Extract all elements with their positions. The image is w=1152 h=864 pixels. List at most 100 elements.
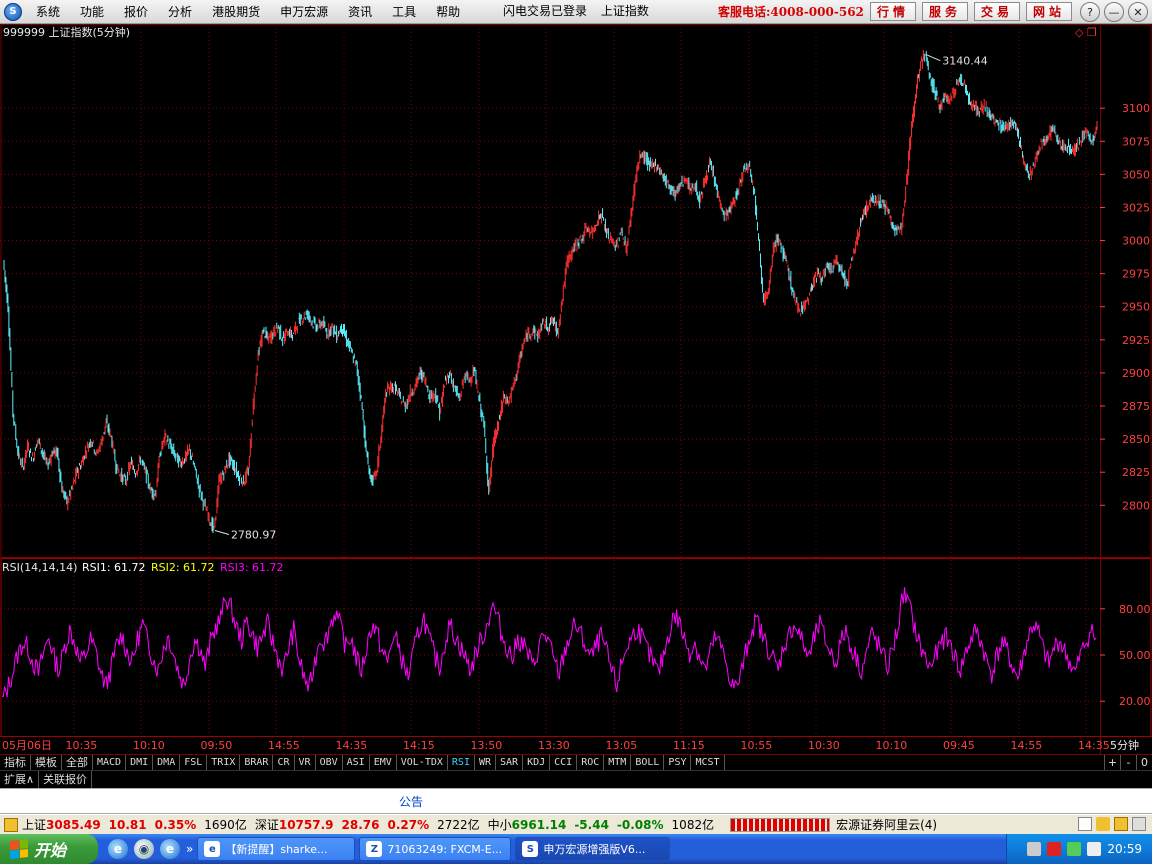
close-icon[interactable]: ✕ bbox=[1128, 2, 1148, 22]
menu-news[interactable]: 资讯 bbox=[338, 1, 382, 23]
price-tick-label: 2900 bbox=[1122, 367, 1150, 380]
browser-icon[interactable]: e bbox=[160, 839, 180, 859]
indicator-tab-dma[interactable]: DMA bbox=[153, 755, 181, 770]
menu-help[interactable]: 帮助 bbox=[426, 1, 470, 23]
bell-icon[interactable] bbox=[1114, 817, 1128, 831]
price-tick-label: 3075 bbox=[1122, 135, 1150, 148]
ie-icon[interactable]: e bbox=[108, 839, 128, 859]
indicator-tab-sar[interactable]: SAR bbox=[496, 755, 524, 770]
sh-index-label[interactable]: 上证 bbox=[22, 816, 46, 833]
broker-server-name[interactable]: 宏源证券阿里云(4) bbox=[836, 816, 937, 833]
time-tick-label: 14:35 bbox=[336, 739, 368, 752]
remove-indicator-button[interactable]: - bbox=[1120, 755, 1136, 770]
trade-login-status[interactable]: 闪电交易已登录 bbox=[503, 4, 587, 18]
notice-link[interactable]: 公告 bbox=[399, 793, 423, 810]
indicator-tab-mtm[interactable]: MTM bbox=[604, 755, 632, 770]
indicator-tab-cci[interactable]: CCI bbox=[550, 755, 578, 770]
indicator-tab--[interactable]: 指标 bbox=[0, 755, 31, 770]
indicator-tab-vol-tdx[interactable]: VOL-TDX bbox=[397, 755, 448, 770]
menu-tools[interactable]: 工具 bbox=[382, 1, 426, 23]
indicator-tab-trix[interactable]: TRIX bbox=[207, 755, 241, 770]
indicator-tab-asi[interactable]: ASI bbox=[343, 755, 370, 770]
sz-index-label[interactable]: 深证 bbox=[255, 816, 279, 833]
taskbar-window-browser[interactable]: e 【新提醒】sharke... bbox=[197, 837, 356, 861]
menu-swhy[interactable]: 申万宏源 bbox=[270, 1, 338, 23]
menu-function[interactable]: 功能 bbox=[70, 1, 114, 23]
menu-hk-futures[interactable]: 港股期货 bbox=[202, 1, 270, 23]
diamond-icon[interactable]: ◇ bbox=[1075, 26, 1084, 39]
status-right-icons bbox=[1078, 817, 1146, 831]
indicator-tab-brar[interactable]: BRAR bbox=[240, 755, 274, 770]
sz-index-change: 28.76 bbox=[341, 817, 380, 832]
indicator-tab-cr[interactable]: CR bbox=[273, 755, 295, 770]
indicator-tab-rsi[interactable]: RSI bbox=[448, 755, 475, 770]
tray-antivirus-icon[interactable] bbox=[1047, 842, 1062, 856]
tray-app-icon[interactable] bbox=[1067, 842, 1082, 856]
sh-index-amount: 1690亿 bbox=[204, 818, 247, 832]
app-logo-icon[interactable]: S bbox=[4, 2, 22, 21]
taskbar-window-swhy[interactable]: S 申万宏源增强版V6... bbox=[515, 837, 671, 861]
help-icon[interactable]: ? bbox=[1080, 2, 1100, 22]
taskbar-window-label: 【新提醒】sharke... bbox=[225, 843, 328, 856]
start-button[interactable]: 开始 bbox=[0, 834, 98, 864]
quicklaunch-more-icon[interactable]: » bbox=[186, 842, 193, 856]
indicator-tab-fsl[interactable]: FSL bbox=[180, 755, 208, 770]
service-button[interactable]: 服务 bbox=[922, 2, 968, 21]
indicator-tab-boll[interactable]: BOLL bbox=[631, 755, 665, 770]
indicator-tab-psy[interactable]: PSY bbox=[664, 755, 692, 770]
rsi-series bbox=[1, 587, 1097, 698]
start-label: 开始 bbox=[34, 841, 67, 860]
menu-system[interactable]: 系统 bbox=[26, 1, 70, 23]
time-tick-label: 09:45 bbox=[943, 739, 975, 752]
time-tick-label: 13:30 bbox=[538, 739, 570, 752]
window-icon[interactable] bbox=[1078, 817, 1092, 831]
rsi-legend-value: 61.72 bbox=[252, 561, 284, 574]
tray-clock[interactable]: 20:59 bbox=[1107, 842, 1142, 856]
trading-app-window: S 系统 功能 报价 分析 港股期货 申万宏源 资讯 工具 帮助 闪电交易已登录… bbox=[0, 0, 1152, 864]
menu-quote[interactable]: 报价 bbox=[114, 1, 158, 23]
annotation-leader bbox=[214, 529, 230, 535]
chart-area[interactable]: 999999 上证指数(5分钟) ◇ ❐ 2800 2825 2850 2875 290… bbox=[0, 24, 1152, 754]
windows-logo-icon bbox=[10, 839, 28, 859]
indicator-tab--[interactable]: 全部 bbox=[62, 755, 93, 770]
taskbar-window-fxcm[interactable]: Z 71063249: FXCM-E... bbox=[359, 837, 512, 861]
zx-index-label[interactable]: 中小 bbox=[488, 816, 512, 833]
indicator-tab-dmi[interactable]: DMI bbox=[126, 755, 154, 770]
time-tick-label: 10:35 bbox=[66, 739, 98, 752]
add-indicator-button[interactable]: + bbox=[1104, 755, 1120, 770]
time-tick-label: 14:55 bbox=[1011, 739, 1043, 752]
minimize-icon[interactable]: — bbox=[1104, 2, 1124, 22]
time-tick-label: 11:15 bbox=[673, 739, 705, 752]
tray-volume-icon[interactable] bbox=[1087, 842, 1102, 856]
indicator-tab-wr[interactable]: WR bbox=[475, 755, 497, 770]
sh-index-change: 10.81 bbox=[108, 817, 147, 832]
rsi-title: RSI(14,14,14) bbox=[2, 561, 77, 574]
menu-analysis[interactable]: 分析 bbox=[158, 1, 202, 23]
price-tick-label: 3050 bbox=[1122, 168, 1150, 181]
trade-button[interactable]: 交易 bbox=[974, 2, 1020, 21]
media-icon[interactable]: ◉ bbox=[134, 839, 154, 859]
reset-indicator-button[interactable]: 0 bbox=[1136, 755, 1152, 770]
settings-icon[interactable] bbox=[1132, 817, 1146, 831]
windows-taskbar: 开始 e ◉ e » e 【新提醒】sharke... Z 71063249: … bbox=[0, 834, 1152, 864]
signal-icon[interactable] bbox=[1096, 817, 1110, 831]
indicator-tab-kdj[interactable]: KDJ bbox=[523, 755, 551, 770]
website-button[interactable]: 网站 bbox=[1026, 2, 1072, 21]
period-label[interactable]: 5分钟 bbox=[1110, 738, 1139, 752]
restore-icon[interactable]: ❐ bbox=[1087, 26, 1097, 39]
sz-index-value: 10757.9 bbox=[278, 817, 334, 832]
indicator-tab--[interactable]: 模板 bbox=[31, 755, 62, 770]
indicator-tab-emv[interactable]: EMV bbox=[370, 755, 397, 770]
rsi-tick-label: 80.00 bbox=[1119, 603, 1151, 616]
market-status-bar: 上证 3085.49 10.81 0.35% 1690亿 深证 10757.9 … bbox=[0, 814, 1152, 834]
indicator-tab-macd[interactable]: MACD bbox=[93, 755, 127, 770]
tray-network-icon[interactable] bbox=[1027, 842, 1042, 856]
market-button[interactable]: 行情 bbox=[870, 2, 916, 21]
indicator-tab-obv[interactable]: OBV bbox=[316, 755, 343, 770]
indicator-tab-roc[interactable]: ROC bbox=[577, 755, 605, 770]
related-quotes-tab[interactable]: 关联报价 bbox=[39, 771, 93, 788]
indicator-tab-vr[interactable]: VR bbox=[295, 755, 316, 770]
extension-bar: 扩展∧ 关联报价 bbox=[0, 770, 1152, 788]
expand-tab[interactable]: 扩展∧ bbox=[0, 771, 40, 788]
indicator-tab-mcst[interactable]: MCST bbox=[691, 755, 725, 770]
